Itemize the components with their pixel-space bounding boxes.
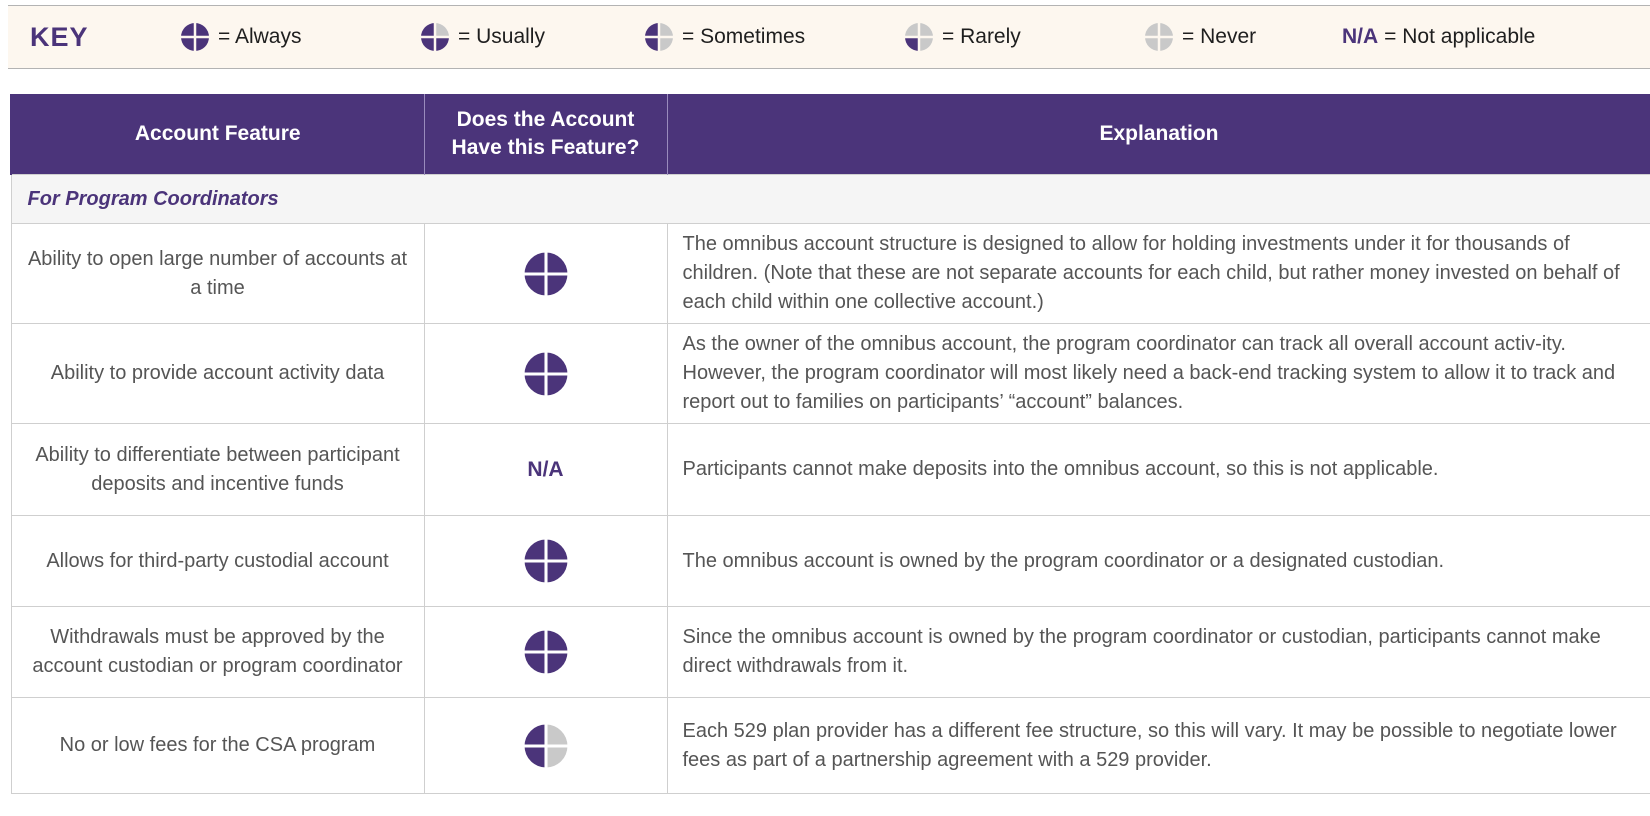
section-row: For Program Coordinators — [10, 174, 1650, 224]
usually-icon — [420, 22, 450, 52]
table-row: Ability to provide account activity data… — [10, 323, 1650, 424]
status-cell: N/A — [423, 423, 668, 516]
sometimes-icon — [644, 22, 674, 52]
always-icon — [522, 538, 569, 584]
explanation-cell: The omnibus account structure is designe… — [666, 223, 1650, 324]
key-label-sometimes: = Sometimes — [682, 25, 806, 48]
always-icon — [522, 350, 569, 397]
never-icon — [1144, 22, 1174, 52]
explanation-cell: Each 529 plan provider has a different f… — [666, 697, 1650, 794]
status-cell — [423, 515, 668, 607]
key-label-not-applicable: = Not applicable — [1384, 25, 1536, 48]
feature-cell: Withdrawals must be approved by the acco… — [10, 606, 425, 698]
key-label-usually: = Usually — [458, 25, 545, 48]
feature-cell: Ability to differentiate between partici… — [10, 423, 425, 516]
key-label-always: = Always — [218, 25, 302, 48]
table-row: Ability to open large number of accounts… — [10, 223, 1650, 324]
key-na-abbr: N/A — [1342, 25, 1379, 48]
page: KEY = Always = Usually = Sometimes = Rar… — [0, 0, 1650, 816]
always-icon — [180, 22, 210, 52]
feature-cell: Ability to open large number of accounts… — [10, 223, 425, 324]
feature-table: Account Feature Does the Account Have th… — [10, 94, 1650, 794]
not-applicable-label: N/A — [527, 457, 564, 481]
explanation-cell: As the owner of the omnibus account, the… — [666, 323, 1650, 424]
table-row: Ability to differentiate between partici… — [10, 423, 1650, 516]
key-label-rarely: = Rarely — [942, 25, 1021, 48]
feature-table-container: Account Feature Does the Account Have th… — [10, 94, 1650, 816]
key-title: KEY — [30, 22, 89, 52]
table-row: Withdrawals must be approved by the acco… — [10, 606, 1650, 698]
key-item-not-applicable: N/A = Not applicable — [1342, 6, 1535, 68]
header-explanation: Explanation — [666, 94, 1650, 175]
feature-cell: No or low fees for the CSA program — [10, 697, 425, 794]
always-icon — [522, 629, 569, 675]
status-cell — [423, 697, 668, 794]
key-item-never: = Never — [1144, 6, 1256, 68]
header-has-feature: Does the Account Have this Feature? — [423, 94, 668, 175]
key-label-never: = Never — [1182, 25, 1257, 48]
table-row: Allows for third-party custodial account… — [10, 515, 1650, 607]
explanation-cell: Since the omnibus account is owned by th… — [666, 606, 1650, 698]
explanation-cell: The omnibus account is owned by the prog… — [666, 515, 1650, 607]
always-icon — [522, 250, 569, 297]
key-item-usually: = Usually — [420, 6, 545, 68]
rarely-icon — [904, 22, 934, 52]
table-header-row: Account Feature Does the Account Have th… — [10, 94, 1650, 175]
table-row: No or low fees for the CSA program Each … — [10, 697, 1650, 794]
explanation-cell: Participants cannot make deposits into t… — [666, 423, 1650, 516]
key-item-always: = Always — [180, 6, 301, 68]
feature-cell: Ability to provide account activity data — [10, 323, 425, 424]
key-item-rarely: = Rarely — [904, 6, 1021, 68]
key-item-sometimes: = Sometimes — [644, 6, 805, 68]
header-account-feature: Account Feature — [10, 94, 425, 175]
sometimes-icon — [522, 722, 569, 769]
key-legend: KEY = Always = Usually = Sometimes = Rar… — [8, 5, 1650, 69]
feature-cell: Allows for third-party custodial account — [10, 515, 425, 607]
section-title: For Program Coordinators — [10, 174, 1650, 224]
status-cell — [423, 606, 668, 698]
status-cell — [423, 223, 668, 324]
status-cell — [423, 323, 668, 424]
